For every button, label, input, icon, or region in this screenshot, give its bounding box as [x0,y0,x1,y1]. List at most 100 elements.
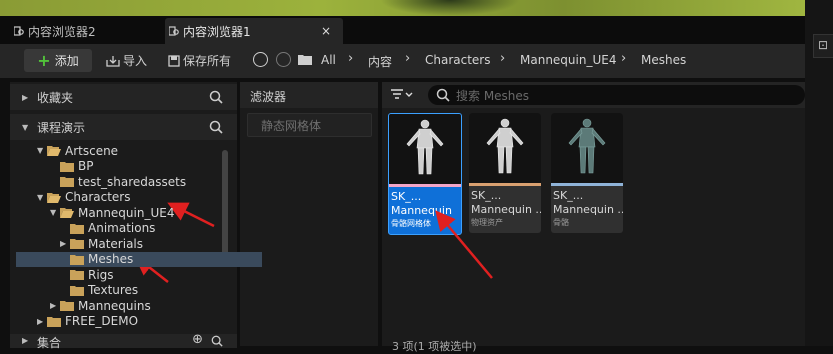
side-settings-button[interactable]: ⊡ [813,34,833,58]
filters-header: 滤波器 [240,82,378,108]
breadcrumb-content[interactable]: 内容 [368,53,392,70]
asset-name-label: SK_... [391,190,422,203]
folder-icon [298,55,312,65]
folder-icon [70,270,84,280]
caret-down-icon[interactable]: ▼ [37,193,47,202]
import-icon [106,55,120,67]
add-label: 添加 [54,54,79,68]
viewport-strip [0,0,805,16]
tree-item-label: Artscene [65,143,119,158]
forward-button[interactable] [276,52,291,67]
asset-type-label: 骨骼网格体 [391,219,431,228]
tree-item-label: Mannequins [78,298,151,313]
filters-label: 滤波器 [250,90,287,104]
asset-name-label: SK_... [471,189,502,202]
folder-icon [60,161,74,172]
favorites-label: 收藏夹 [37,90,74,105]
folder-icon [70,285,84,296]
breadcrumb-all[interactable]: All [321,53,336,67]
breadcrumb-meshes[interactable]: Meshes [641,53,686,67]
add-button[interactable]: + 添加 [24,49,92,72]
breadcrumb-mannequin[interactable]: Mannequin_UE4 [520,53,616,67]
tree-item-label: BP [78,159,94,173]
content-browser-icon [169,26,179,36]
tab-content-browser-1[interactable]: 内容浏览器1 × [165,18,343,44]
asset-tile[interactable]: SK_... Mannequin ... 骨骼 [551,113,623,233]
tree-item-mannequin-ue4[interactable]: ▼ Mannequin_UE4 [50,205,174,220]
tree-item-label: Mannequin_UE4 [78,205,175,220]
caret-right-icon[interactable]: ▶ [60,239,70,248]
caret-right-icon[interactable]: ▶ [50,301,60,310]
save-icon [168,54,180,67]
tree-item-characters[interactable]: ▼ Characters [37,190,131,205]
caret-down-icon[interactable]: ▼ [50,208,60,217]
tree-item-mannequins[interactable]: ▶ Mannequins [50,298,151,313]
back-button[interactable] [253,52,268,67]
status-text: 3 项(1 项被选中) [392,340,477,353]
tree-item-free-demo[interactable]: ▶ FREE_DEMO [37,314,138,329]
tree-item-bp[interactable]: BP [50,159,93,174]
tree-item-meshes[interactable]: Meshes [16,251,262,267]
breadcrumb-characters[interactable]: Characters [425,53,491,67]
content-browser-icon [14,26,24,36]
tree-item-label: Rigs [88,267,114,282]
project-header[interactable]: ▼ 课程演示 [10,114,237,140]
tree-item-materials[interactable]: ▶ Materials [60,236,143,251]
asset-tile[interactable]: SK_... Mannequin 骨骼网格体 [388,113,462,235]
asset-type-label: 物理资产 [471,218,503,227]
tree-item-test-sharedassets[interactable]: test_sharedassets [50,174,186,189]
tab-label: 内容浏览器1 [183,24,251,39]
asset-search-input[interactable]: 搜索 Meshes [428,85,805,105]
search-icon[interactable] [209,120,223,134]
tree-item-label: Characters [65,190,131,204]
asset-name-label: Mannequin ... [471,203,541,216]
asset-type-bar [551,183,623,186]
close-tab-icon[interactable]: × [321,24,331,38]
caret-down-icon: ▼ [22,122,29,132]
tab-content-browser-2[interactable]: 内容浏览器2 [10,18,178,44]
caret-down-icon[interactable]: ▼ [37,146,47,155]
asset-name-label: Mannequin ... [553,203,623,216]
save-all-button[interactable]: 保存所有 [168,52,231,69]
asset-tile[interactable]: SK_... Mannequin ... 物理资产 [469,113,541,233]
folder-icon [60,301,74,311]
tree-scrollbar[interactable] [222,150,228,255]
tab-label: 内容浏览器2 [28,24,96,39]
tree-item-rigs[interactable]: Rigs [60,267,114,282]
tree-item-label: Textures [88,283,139,297]
asset-thumbnail [469,113,541,183]
search-icon[interactable] [209,90,223,104]
asset-name-label: SK_... [553,189,584,202]
chevron-right-icon: › [405,51,411,66]
search-placeholder: 搜索 Meshes [456,89,530,103]
filter-chip-static-mesh[interactable]: 静态网格体 [247,113,372,137]
caret-right-icon: ▶ [22,336,29,345]
plus-icon: + [37,51,51,70]
tree-item-label: test_sharedassets [78,174,187,189]
tree-item-label: Animations [88,221,156,235]
tree-item-artscene[interactable]: ▼ Artscene [37,143,118,158]
tree-item-label: Meshes [88,252,134,266]
save-all-label: 保存所有 [183,54,232,68]
tree-item-animations[interactable]: Animations [60,221,155,236]
import-button[interactable]: 导入 [106,52,147,69]
asset-type-bar [469,183,541,186]
tree-item-textures[interactable]: Textures [60,283,138,298]
folder-open-icon [47,146,61,156]
collections-label: 集合 [37,336,62,350]
import-label: 导入 [123,54,148,68]
folder-icon [60,177,74,187]
asset-thumbnail [551,113,623,183]
search-icon [436,88,450,102]
project-label: 课程演示 [37,120,86,135]
filter-icon[interactable] [391,89,415,101]
filter-chip-label: 静态网格体 [261,119,322,133]
tree-item-label: FREE_DEMO [65,314,139,328]
add-collection-icon[interactable]: ⊕ [192,332,203,347]
folder-icon [47,316,61,327]
caret-right-icon[interactable]: ▶ [37,317,47,326]
search-icon[interactable] [211,335,223,347]
chevron-right-icon: › [348,51,354,66]
folder-icon [70,239,84,249]
favorites-header[interactable]: ▶ 收藏夹 [10,84,237,110]
